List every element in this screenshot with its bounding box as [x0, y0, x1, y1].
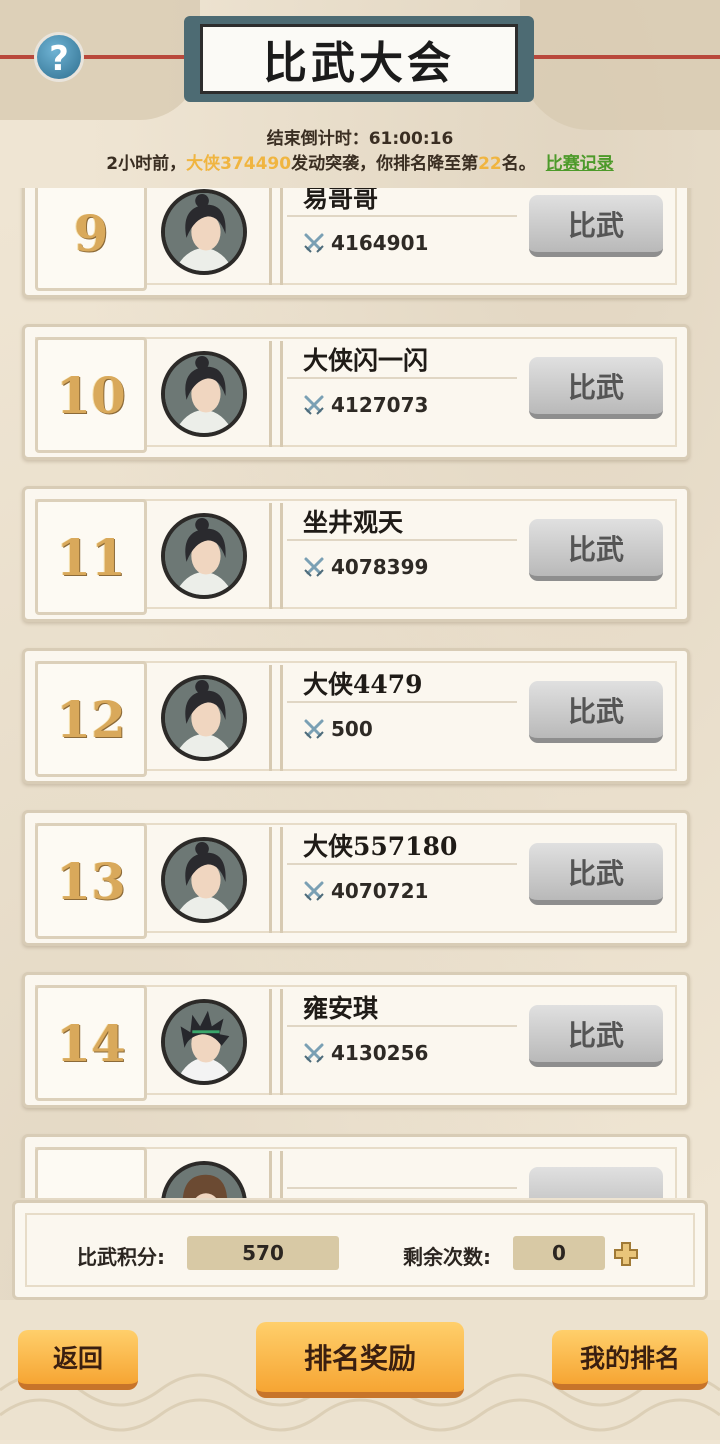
ranking-list[interactable]: 9 易哥哥 4164901 比武 10 大侠闪一闪 4127073 比武 11 坐井观天 40783…	[0, 188, 720, 1198]
challenge-button[interactable]: 比武	[529, 357, 663, 419]
rope-left	[0, 55, 190, 59]
rank-number: 9	[35, 188, 147, 291]
player-avatar[interactable]	[161, 999, 247, 1085]
rank-row: 11 坐井观天 4078399 比武	[22, 486, 690, 622]
back-button[interactable]: 返回	[18, 1330, 138, 1390]
player-avatar[interactable]	[161, 351, 247, 437]
rank-row: 9 易哥哥 4164901 比武	[22, 188, 690, 298]
rank-row: 12 大侠4479 500 比武	[22, 648, 690, 784]
challenge-button[interactable]: 比武	[529, 843, 663, 905]
player-avatar[interactable]	[161, 513, 247, 599]
name-underline	[287, 1025, 517, 1027]
remaining-label: 剩余次数:	[403, 1245, 491, 1269]
rank-number: 10	[35, 337, 147, 453]
row-divider	[269, 188, 283, 285]
rank-number: 13	[35, 823, 147, 939]
player-name: 易哥哥	[303, 188, 379, 213]
combat-power: 4078399	[303, 555, 428, 579]
header: ? 比武大会 结束倒计时：61:00:16 2小时前，大侠374490发动突袭，…	[0, 0, 720, 190]
cloud-decoration-left	[0, 0, 200, 120]
row-divider	[269, 989, 283, 1095]
player-avatar[interactable]	[161, 675, 247, 761]
player-name: 雍安琪	[303, 994, 379, 1023]
crossed-swords-icon	[304, 719, 324, 739]
crossed-swords-icon	[304, 881, 324, 901]
player-avatar[interactable]	[161, 1161, 247, 1198]
combat-power-value: 4070721	[331, 879, 429, 903]
challenge-button[interactable]: 比武	[529, 681, 663, 743]
player-name: 大侠557180	[303, 832, 458, 861]
rank-number: 12	[35, 661, 147, 777]
challenge-button[interactable]: 比武	[529, 1005, 663, 1067]
row-divider	[269, 1151, 283, 1198]
combat-power-value: 4078399	[331, 555, 429, 579]
rank-row: 10 大侠闪一闪 4127073 比武	[22, 324, 690, 460]
row-divider	[269, 503, 283, 609]
crossed-swords-icon	[304, 233, 324, 253]
combat-power: 4130256	[303, 1041, 428, 1065]
crossed-swords-icon	[304, 1043, 324, 1063]
notice-mid: 发动突袭，你排名降至第	[291, 154, 479, 174]
row-divider	[269, 341, 283, 447]
player-name: 坐井观天	[303, 508, 404, 537]
name-underline	[287, 539, 517, 541]
countdown-text: 结束倒计时：61:00:16	[266, 129, 454, 149]
combat-power-value: 4164901	[331, 231, 429, 255]
score-label: 比武积分:	[77, 1245, 165, 1269]
combat-power: 4127073	[303, 393, 428, 417]
rank-number: 11	[35, 499, 147, 615]
combat-power-value: 4127073	[331, 393, 429, 417]
current-rank: 22	[478, 154, 502, 174]
rank-reward-button[interactable]: 排名奖励	[256, 1322, 464, 1398]
player-avatar[interactable]	[161, 189, 247, 275]
my-rank-button[interactable]: 我的排名	[552, 1330, 708, 1390]
combat-power: 4164901	[303, 231, 428, 255]
name-underline	[287, 215, 517, 217]
status-panel: 比武积分: 570 剩余次数: 0	[12, 1200, 708, 1300]
row-divider	[269, 827, 283, 933]
plus-icon[interactable]	[613, 1241, 639, 1267]
crossed-swords-icon	[304, 557, 324, 577]
page-title: 比武大会	[200, 24, 518, 94]
rank-number: 14	[35, 985, 147, 1101]
name-underline	[287, 377, 517, 379]
rank-row: 14 雍安琪 4130256 比武	[22, 972, 690, 1108]
rank-row	[22, 1134, 690, 1198]
challenge-button[interactable]	[529, 1167, 663, 1198]
row-divider	[269, 665, 283, 771]
challenge-button[interactable]: 比武	[529, 519, 663, 581]
rank-row: 13 大侠557180 4070721 比武	[22, 810, 690, 946]
score-value: 570	[187, 1236, 339, 1270]
rope-right	[530, 55, 720, 59]
remaining-value: 0	[513, 1236, 605, 1270]
cloud-decoration-right	[520, 0, 720, 130]
challenge-button[interactable]: 比武	[529, 195, 663, 257]
combat-power: 500	[303, 717, 373, 741]
match-record-link[interactable]: 比赛记录	[546, 154, 614, 174]
player-name: 大侠4479	[303, 670, 423, 699]
question-icon: ?	[49, 39, 69, 79]
notice-suffix: 名。	[501, 154, 536, 174]
rank-number	[35, 1147, 147, 1198]
name-underline	[287, 863, 517, 865]
crossed-swords-icon	[304, 395, 324, 415]
attacker-name: 大侠374490	[186, 154, 292, 174]
player-name: 大侠闪一闪	[303, 346, 429, 375]
combat-power-value: 500	[331, 717, 373, 741]
combat-power-value: 4130256	[331, 1041, 429, 1065]
name-underline	[287, 701, 517, 703]
notice-prefix: 2小时前，	[106, 154, 187, 174]
player-avatar[interactable]	[161, 837, 247, 923]
combat-power: 4070721	[303, 879, 428, 903]
help-button[interactable]: ?	[34, 32, 84, 82]
attack-notice: 2小时前，大侠374490发动突袭，你排名降至第22名。 比赛记录	[0, 149, 720, 174]
name-underline	[287, 1187, 517, 1189]
